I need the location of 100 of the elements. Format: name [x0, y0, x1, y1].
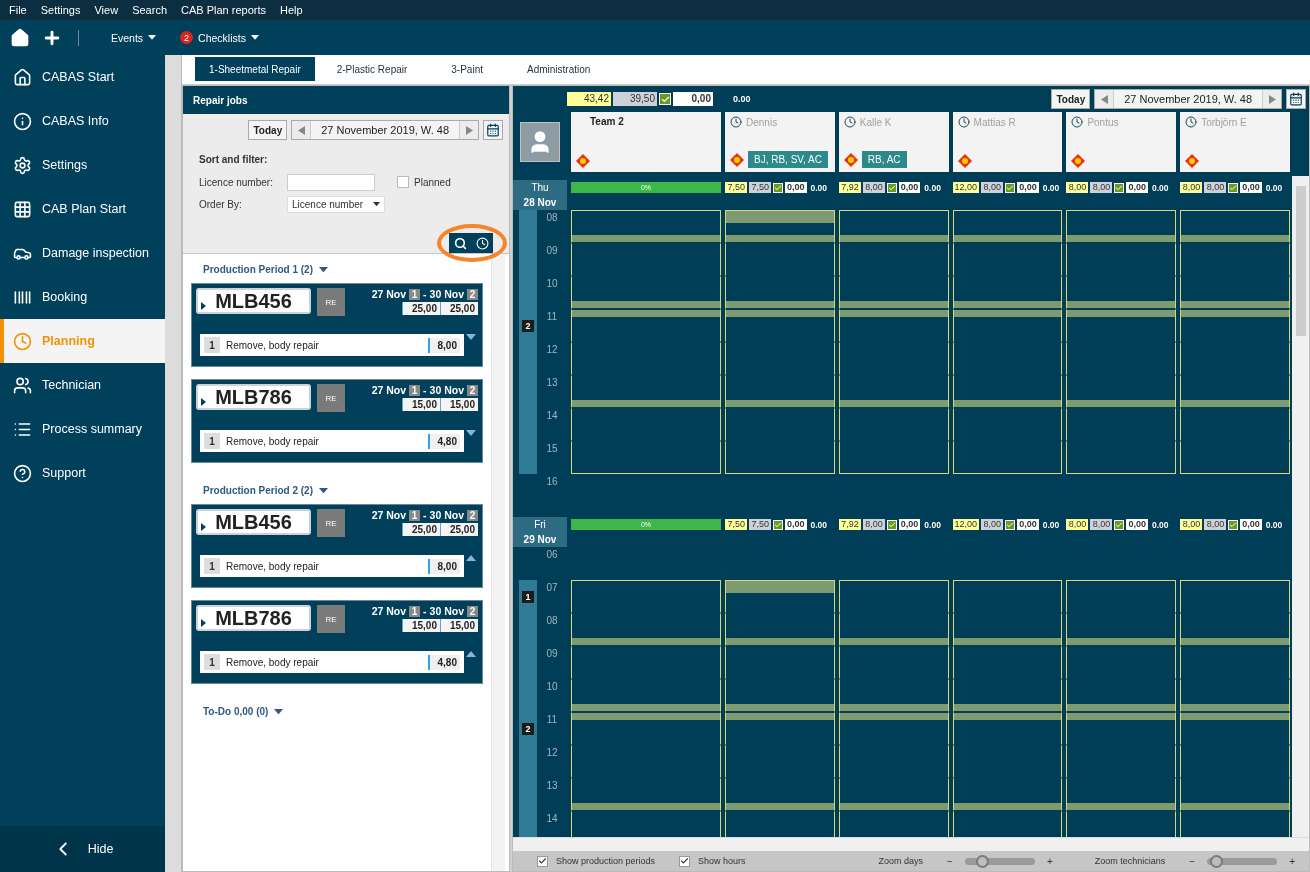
expand-icon[interactable] — [201, 398, 206, 406]
job-card[interactable]: MLB786 RE 27 Nov 1 - 30 Nov 2 15,00 15,00 1 Remove, body repair 4,80 — [191, 600, 483, 684]
time-slot[interactable] — [571, 778, 721, 811]
expand-icon[interactable] — [201, 302, 206, 310]
time-slot[interactable] — [725, 375, 835, 408]
time-slot[interactable] — [1066, 276, 1177, 309]
time-slot[interactable] — [1066, 778, 1177, 811]
time-slot[interactable] — [571, 375, 721, 408]
zoom-slider[interactable] — [1207, 857, 1278, 865]
group-header[interactable]: Production Period 2 (2) — [191, 475, 328, 504]
time-slot[interactable] — [571, 679, 721, 712]
time-slot[interactable] — [1180, 613, 1290, 646]
time-slot[interactable] — [571, 712, 721, 745]
technician-card[interactable]: Kalle K RB, AC — [838, 112, 949, 172]
time-slot[interactable] — [1066, 375, 1177, 408]
time-slot[interactable] — [838, 276, 949, 309]
events-menu[interactable]: Events — [105, 31, 163, 44]
task-row[interactable]: 1 Remove, body repair 8,00 — [200, 334, 464, 356]
time-slot[interactable] — [571, 309, 721, 342]
time-slot[interactable] — [952, 441, 1063, 474]
slider-thumb[interactable] — [976, 854, 990, 868]
menu-item[interactable]: View — [94, 4, 119, 16]
time-slot[interactable] — [1180, 580, 1290, 613]
person-button[interactable] — [520, 122, 560, 162]
time-slot[interactable] — [725, 712, 835, 745]
sidebar-item[interactable]: Settings — [0, 143, 165, 187]
time-slot[interactable] — [725, 309, 835, 342]
next-button[interactable] — [1263, 90, 1281, 108]
tab[interactable]: 3-Paint — [429, 57, 505, 81]
time-slot[interactable] — [1180, 276, 1290, 309]
time-slot[interactable] — [1180, 441, 1290, 474]
scrollbar[interactable] — [491, 254, 505, 871]
home-icon[interactable] — [10, 27, 30, 48]
calendar-button[interactable] — [483, 120, 503, 140]
clock-button[interactable] — [471, 233, 493, 253]
time-slot[interactable] — [571, 613, 721, 646]
sidebar-item[interactable]: Damage inspection — [0, 231, 165, 275]
time-slot[interactable] — [952, 580, 1063, 613]
time-slot[interactable] — [1180, 375, 1290, 408]
checkbox[interactable] — [679, 855, 691, 867]
time-slot[interactable] — [838, 679, 949, 712]
task-row[interactable]: 1 Remove, body repair 4,80 — [200, 430, 464, 452]
sidebar-item[interactable]: CAB Plan Start — [0, 187, 165, 231]
zoom-in-button[interactable]: + — [1285, 855, 1299, 867]
zoom-slider[interactable] — [964, 857, 1035, 865]
time-slot[interactable] — [952, 309, 1063, 342]
time-slot[interactable] — [1066, 580, 1177, 613]
time-slot[interactable] — [1066, 210, 1177, 243]
menu-item[interactable]: CAB Plan reports — [181, 4, 266, 16]
time-slot[interactable] — [952, 375, 1063, 408]
sidebar-item[interactable]: CABAS Info — [0, 99, 165, 143]
next-button[interactable] — [460, 121, 478, 139]
job-card[interactable]: MLB786 RE 27 Nov 1 - 30 Nov 2 15,00 15,00 1 Remove, body repair 4,80 — [191, 379, 483, 463]
job-card[interactable]: MLB456 RE 27 Nov 1 - 30 Nov 2 25,00 25,00 1 Remove, body repair 8,00 — [191, 504, 483, 588]
team-card[interactable]: Team 2 — [571, 112, 721, 172]
task-row[interactable]: 1 Remove, body repair 8,00 — [200, 555, 464, 577]
menu-item[interactable]: File — [9, 4, 27, 16]
time-slot[interactable] — [838, 613, 949, 646]
time-slot[interactable] — [571, 210, 721, 243]
menu-item[interactable]: Search — [132, 4, 167, 16]
sidebar-item[interactable]: Technician — [0, 363, 165, 407]
time-slot[interactable] — [725, 276, 835, 309]
tab[interactable]: 2-Plastic Repair — [314, 57, 430, 81]
time-slot[interactable] — [838, 210, 949, 243]
time-slot[interactable] — [838, 375, 949, 408]
time-slot[interactable] — [838, 309, 949, 342]
time-slot[interactable] — [952, 679, 1063, 712]
checklists-menu[interactable]: 2 Checklists — [174, 31, 265, 44]
today-button[interactable]: Today — [248, 120, 288, 140]
time-slot[interactable] — [725, 679, 835, 712]
menu-item[interactable]: Help — [280, 4, 303, 16]
expand-icon[interactable] — [201, 619, 206, 627]
zoom-in-button[interactable]: + — [1042, 855, 1057, 867]
hide-button[interactable]: Hide — [0, 826, 165, 872]
vertical-scrollbar[interactable] — [1292, 176, 1309, 837]
time-slot[interactable] — [1180, 210, 1290, 243]
slider-thumb[interactable] — [1210, 854, 1223, 868]
time-slot[interactable] — [725, 613, 835, 646]
task-row[interactable]: 1 Remove, body repair 4,80 — [200, 651, 464, 673]
job-card[interactable]: MLB456 RE 27 Nov 1 - 30 Nov 2 25,00 25,00 1 Remove, body repair 8,00 — [191, 283, 483, 367]
time-slot[interactable] — [838, 712, 949, 745]
time-slot[interactable] — [725, 778, 835, 811]
search-button[interactable] — [449, 233, 471, 253]
group-header[interactable]: Production Period 1 (2) — [191, 254, 328, 283]
scroll-thumb[interactable] — [1295, 186, 1306, 336]
sidebar-item[interactable]: CABAS Start — [0, 55, 165, 99]
time-slot[interactable] — [725, 580, 835, 613]
time-slot[interactable] — [838, 778, 949, 811]
sidebar-item[interactable]: Support — [0, 451, 165, 495]
time-slot[interactable] — [1066, 679, 1177, 712]
zoom-out-button[interactable]: − — [943, 855, 957, 867]
horizontal-scrollbar[interactable] — [513, 837, 1309, 851]
planned-checkbox[interactable] — [397, 176, 409, 188]
time-slot[interactable] — [1180, 309, 1290, 342]
time-slot[interactable] — [571, 276, 721, 309]
time-slot[interactable] — [725, 441, 835, 474]
time-slot[interactable] — [1180, 712, 1290, 745]
time-slot[interactable] — [1066, 712, 1177, 745]
tab[interactable]: Administration — [505, 57, 613, 81]
time-slot[interactable] — [952, 778, 1063, 811]
